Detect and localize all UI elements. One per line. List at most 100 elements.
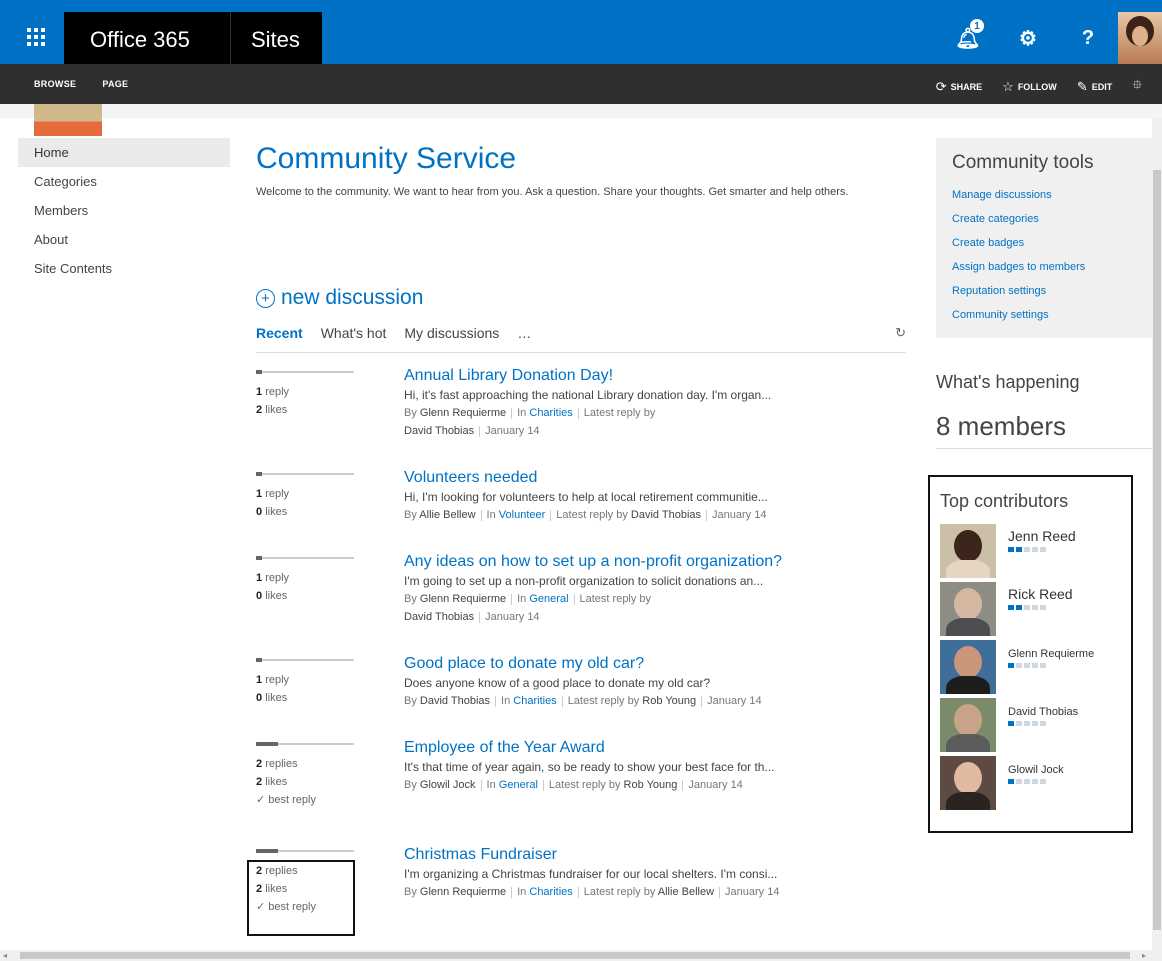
members-count[interactable]: 8 members <box>936 411 1152 442</box>
discussion-body: Any ideas on how to set up a non-profit … <box>404 552 914 626</box>
settings-button[interactable]: ⚙ <box>998 12 1058 64</box>
like-count: 0 likes <box>256 506 288 518</box>
author-link[interactable]: Glenn Requierme <box>420 407 506 419</box>
category-link[interactable]: General <box>499 779 538 791</box>
category-link[interactable]: Volunteer <box>499 509 545 521</box>
app-launcher-button[interactable] <box>8 12 64 62</box>
latest-author-link[interactable]: David Thobias <box>404 611 474 623</box>
contributor[interactable]: Jenn Reed <box>940 524 1131 582</box>
divider <box>936 448 1152 449</box>
whats-happening-title: What's happening <box>936 372 1080 392</box>
author-link[interactable]: Allie Bellew <box>419 509 475 521</box>
author-link[interactable]: Glowil Jock <box>420 779 476 791</box>
add-circle-icon: + <box>256 288 275 308</box>
contributor-name[interactable]: Glowil Jock <box>1008 764 1064 776</box>
tab-whats-hot[interactable]: What's hot <box>321 325 387 341</box>
create-badges-link[interactable]: Create badges <box>952 231 1152 255</box>
latest-author-link[interactable]: Rob Young <box>642 695 696 707</box>
discussion-title-link[interactable]: Employee of the Year Award <box>404 738 914 758</box>
vertical-scroll-thumb[interactable] <box>1153 170 1161 930</box>
focus-mode-button[interactable]: ⯐ <box>1132 76 1142 98</box>
refresh-icon[interactable]: ↻ <box>895 325 906 341</box>
category-link[interactable]: Charities <box>513 695 556 707</box>
discussion-title-link[interactable]: Good place to donate my old car? <box>404 654 914 674</box>
suite-right-controls: 🔔︎ 1 ⚙ ? <box>938 12 1162 64</box>
nav-item-categories[interactable]: Categories <box>18 167 230 196</box>
contributor[interactable]: Rick Reed <box>940 582 1131 640</box>
page-title: Community Service <box>256 142 517 175</box>
tab-page[interactable]: PAGE <box>102 79 128 89</box>
user-avatar[interactable] <box>1118 12 1162 64</box>
discussion-body: Volunteers needed Hi, I'm looking for vo… <box>404 468 914 524</box>
category-link[interactable]: General <box>529 593 568 605</box>
contributor-name[interactable]: Glenn Requierme <box>1008 648 1094 660</box>
like-count: 0 likes <box>256 590 288 602</box>
discussion-excerpt: Does anyone know of a good place to dona… <box>404 676 711 690</box>
nav-item-members[interactable]: Members <box>18 196 230 225</box>
manage-discussions-link[interactable]: Manage discussions <box>952 183 1152 207</box>
community-settings-link[interactable]: Community settings <box>952 303 1152 327</box>
contributor-name[interactable]: David Thobias <box>1008 706 1078 718</box>
avatar[interactable] <box>940 640 996 694</box>
latest-author-link[interactable]: Allie Bellew <box>658 886 714 898</box>
sites-link[interactable]: Sites <box>230 12 322 64</box>
latest-author-link[interactable]: David Thobias <box>631 509 701 521</box>
contributor-name[interactable]: Jenn Reed <box>1008 528 1076 544</box>
top-contributors-title: Top contributors <box>940 491 1069 511</box>
discussion-title-link[interactable]: Annual Library Donation Day! <box>404 366 914 386</box>
edit-button[interactable]: ✎ EDIT <box>1077 79 1112 95</box>
more-tabs-button[interactable]: … <box>517 325 531 341</box>
avatar[interactable] <box>940 698 996 752</box>
scroll-right-icon[interactable]: ▸ <box>1142 951 1146 960</box>
author-link[interactable]: David Thobias <box>420 695 490 707</box>
like-count: 2 likes <box>256 776 288 788</box>
avatar[interactable] <box>940 582 996 636</box>
latest-author-link[interactable]: David Thobias <box>404 425 474 437</box>
avatar[interactable] <box>940 756 996 810</box>
tab-my-discussions[interactable]: My discussions <box>404 325 499 341</box>
like-count: 0 likes <box>256 692 288 704</box>
author-link[interactable]: Glenn Requierme <box>420 593 506 605</box>
site-logo[interactable] <box>34 104 102 136</box>
tab-browse[interactable]: BROWSE <box>34 79 76 89</box>
discussion-meta: By David Thobias In Charities Latest reply… <box>404 695 762 707</box>
reputation-settings-link[interactable]: Reputation settings <box>952 279 1152 303</box>
contributor[interactable]: Glowil Jock <box>940 756 1131 814</box>
follow-button[interactable]: ☆ FOLLOW <box>1002 79 1057 95</box>
discussion-stats: 1 reply 0 likes <box>256 654 356 707</box>
avatar[interactable] <box>940 524 996 578</box>
nav-item-site-contents[interactable]: Site Contents <box>18 254 230 283</box>
nav-item-about[interactable]: About <box>18 225 230 254</box>
scroll-left-icon[interactable]: ◂ <box>3 951 7 960</box>
tab-recent[interactable]: Recent <box>256 325 303 341</box>
help-button[interactable]: ? <box>1058 12 1118 64</box>
best-reply-indicator: ✓ best reply <box>256 794 316 806</box>
office365-brand[interactable]: Office 365 <box>64 12 230 64</box>
latest-author-link[interactable]: Rob Young <box>624 779 678 791</box>
discussion-body: Annual Library Donation Day! Hi, it's fa… <box>404 366 914 440</box>
notifications-button[interactable]: 🔔︎ 1 <box>938 12 998 64</box>
category-link[interactable]: Charities <box>529 407 572 419</box>
discussion-meta: By Glenn Requierme In General Latest reply… <box>404 593 652 623</box>
activity-bar <box>256 849 354 853</box>
activity-bar <box>256 658 354 662</box>
category-link[interactable]: Charities <box>529 886 572 898</box>
contributor[interactable]: Glenn Requierme <box>940 640 1131 698</box>
author-link[interactable]: Glenn Requierme <box>420 886 506 898</box>
discussion-title-link[interactable]: Any ideas on how to set up a non-profit … <box>404 552 914 572</box>
nav-item-home[interactable]: Home <box>18 138 230 167</box>
reply-count: 2 replies <box>256 758 298 770</box>
pencil-icon: ✎ <box>1076 79 1088 94</box>
discussion-title-link[interactable]: Christmas Fundraiser <box>404 845 914 865</box>
create-categories-link[interactable]: Create categories <box>952 207 1152 231</box>
ribbon-bar: BROWSE PAGE ⟳ SHARE ☆ FOLLOW ✎ EDIT ⯐ <box>0 64 1162 104</box>
discussion-title-link[interactable]: Volunteers needed <box>404 468 914 488</box>
gear-icon: ⚙ <box>1019 27 1037 50</box>
horizontal-scroll-thumb[interactable] <box>20 952 1130 959</box>
share-button[interactable]: ⟳ SHARE <box>936 79 982 95</box>
contributor-name[interactable]: Rick Reed <box>1008 586 1073 602</box>
new-discussion-link[interactable]: + new discussion <box>256 286 423 310</box>
fullscreen-icon: ⯐ <box>1132 77 1142 92</box>
contributor[interactable]: David Thobias <box>940 698 1131 756</box>
assign-badges-link[interactable]: Assign badges to members <box>952 255 1152 279</box>
